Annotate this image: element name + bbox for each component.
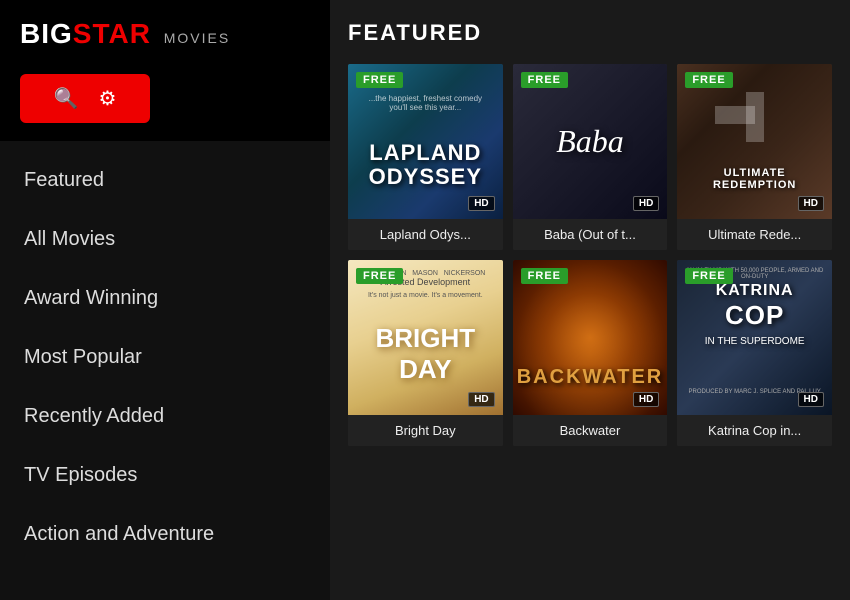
hd-badge: HD: [633, 392, 659, 407]
hd-badge: HD: [798, 392, 824, 407]
settings-icon[interactable]: ⚙: [98, 86, 116, 111]
movie-title: Ultimate Rede...: [677, 219, 832, 250]
free-badge: FREE: [685, 72, 732, 88]
hd-badge: HD: [468, 392, 494, 407]
movie-poster-bright-day: FREE MARC EVAN MASON NICKERSONArrested D…: [348, 260, 503, 415]
search-settings-bar[interactable]: 🔍 ⚙: [20, 74, 150, 123]
movie-poster-backwater: FREE BACKWATER HD: [513, 260, 668, 415]
poster-title-text: KATRINACOPIN THE SUPERDOME: [677, 282, 832, 349]
hd-badge: HD: [633, 196, 659, 211]
sidebar-item-most-popular[interactable]: Most Popular: [0, 328, 330, 387]
poster-title-text: LAPLANDODYSSEY: [348, 141, 503, 189]
movie-card-backwater[interactable]: FREE BACKWATER HD Backwater: [513, 260, 668, 446]
movie-title: Katrina Cop in...: [677, 415, 832, 446]
movie-grid: FREE ...the happiest, freshest comedyyou…: [348, 64, 832, 446]
hd-badge: HD: [468, 196, 494, 211]
movie-poster-lapland: FREE ...the happiest, freshest comedyyou…: [348, 64, 503, 219]
poster-sub2: It's not just a movie. It's a movement.: [348, 292, 503, 299]
movie-card-lapland-odyssey[interactable]: FREE ...the happiest, freshest comedyyou…: [348, 64, 503, 250]
logo-big: BIG: [20, 18, 73, 49]
search-icon[interactable]: 🔍: [54, 86, 79, 111]
free-badge: FREE: [685, 268, 732, 284]
movie-card-ultimate-redemption[interactable]: FREE ULTIMATEREDEMPTION HD Ultimate Rede…: [677, 64, 832, 250]
movie-card-baba[interactable]: FREE Baba HD Baba (Out of t...: [513, 64, 668, 250]
main-content: FEATURED FREE ...the happiest, freshest …: [330, 0, 850, 600]
logo-area: BIGSTAR MOVIES: [0, 0, 330, 64]
movie-card-bright-day[interactable]: FREE MARC EVAN MASON NICKERSONArrested D…: [348, 260, 503, 446]
logo-star: STAR: [73, 18, 151, 49]
logo-movies: MOVIES: [164, 30, 230, 46]
movie-poster-baba: FREE Baba HD: [513, 64, 668, 219]
sidebar-item-action-adventure[interactable]: Action and Adventure: [0, 505, 330, 564]
nav-menu: Featured All Movies Award Winning Most P…: [0, 141, 330, 574]
movie-poster-katrina: FREE AN IM FILMS WITH 50,000 PEOPLE, ARM…: [677, 260, 832, 415]
free-badge: FREE: [356, 72, 403, 88]
sidebar-item-award-winning[interactable]: Award Winning: [0, 269, 330, 328]
poster-title-text: ULTIMATEREDEMPTION: [677, 167, 832, 191]
sidebar-item-featured[interactable]: Featured: [0, 151, 330, 210]
movie-title: Bright Day: [348, 415, 503, 446]
movie-title: Baba (Out of t...: [513, 219, 668, 250]
poster-title-text: BRIGHTDAY: [348, 323, 503, 385]
movie-title: Backwater: [513, 415, 668, 446]
free-badge: FREE: [521, 268, 568, 284]
search-settings-area: 🔍 ⚙: [0, 64, 330, 141]
hd-badge: HD: [798, 196, 824, 211]
sidebar-item-recently-added[interactable]: Recently Added: [0, 387, 330, 446]
movie-card-katrina-cop[interactable]: FREE AN IM FILMS WITH 50,000 PEOPLE, ARM…: [677, 260, 832, 446]
sidebar: BIGSTAR MOVIES 🔍 ⚙ Featured All Movies A…: [0, 0, 330, 600]
sidebar-item-all-movies[interactable]: All Movies: [0, 210, 330, 269]
section-title: FEATURED: [348, 20, 832, 46]
poster-title-text: BACKWATER: [513, 366, 668, 389]
movie-title: Lapland Odys...: [348, 219, 503, 250]
poster-tagline: ...the happiest, freshest comedyyou'll s…: [348, 94, 503, 112]
sidebar-item-tv-episodes[interactable]: TV Episodes: [0, 446, 330, 505]
free-badge: FREE: [356, 268, 403, 284]
movie-poster-ultimate: FREE ULTIMATEREDEMPTION HD: [677, 64, 832, 219]
logo: BIGSTAR MOVIES: [20, 18, 230, 50]
free-badge: FREE: [521, 72, 568, 88]
